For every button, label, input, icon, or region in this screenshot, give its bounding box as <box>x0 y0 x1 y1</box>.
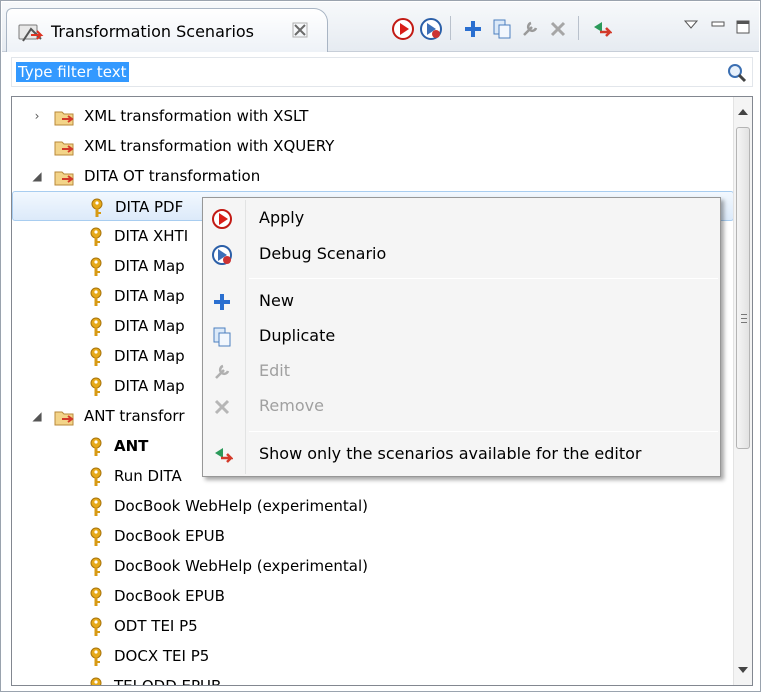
tree-row-label: DocBook WebHelp (experimental) <box>114 497 368 515</box>
maximize-icon[interactable] <box>730 14 756 40</box>
tree-scenario-row[interactable]: ODT TEI P5 <box>12 611 734 641</box>
menu-item-edit[interactable]: Edit <box>205 354 718 388</box>
remove-icon <box>211 396 233 422</box>
tree-row-label: ODT TEI P5 <box>114 617 198 635</box>
tree-scenario-row[interactable]: DocBook WebHelp (experimental) <box>12 551 734 581</box>
tree-row-label: DOCX TEI P5 <box>114 647 210 665</box>
tree-row-label: DITA Map <box>114 287 185 305</box>
tree-row-label: DITA PDF <box>115 198 184 216</box>
tree-folder-row[interactable]: XML transformation with XQUERY <box>12 131 734 161</box>
new-icon[interactable] <box>460 16 486 42</box>
tree-row-label: ANT <box>114 437 149 455</box>
toolbar-separator <box>578 16 579 40</box>
tree-scenario-row[interactable]: DOCX TEI P5 <box>12 641 734 671</box>
duplicate-icon <box>211 326 233 352</box>
tree-row-label: DocBook EPUB <box>114 587 225 605</box>
scroll-down-icon[interactable] <box>738 667 748 673</box>
menu-item-debug-scenario[interactable]: Debug Scenario <box>205 237 718 271</box>
menu-item-apply[interactable]: Apply <box>205 201 718 235</box>
scenario-key-icon <box>88 677 104 685</box>
view-menu-icon[interactable] <box>678 12 704 38</box>
debug-scenario-icon[interactable] <box>418 16 444 42</box>
tree-row-label: Run DITA <box>114 467 182 485</box>
collapse-arrow-icon[interactable]: ◢ <box>30 401 44 431</box>
apply-icon[interactable] <box>390 16 416 42</box>
close-view-icon[interactable] <box>290 20 310 44</box>
expand-arrow-icon[interactable]: › <box>30 101 44 131</box>
debug-scenario-icon <box>211 244 233 270</box>
scroll-up-icon[interactable] <box>738 109 748 115</box>
tree-row-label: DITA Map <box>114 347 185 365</box>
show-only-available-icon[interactable] <box>588 16 614 42</box>
filter-input[interactable]: Type filter text <box>16 62 129 82</box>
remove-icon[interactable] <box>545 16 571 42</box>
tree-scenario-row[interactable]: DocBook EPUB <box>12 521 734 551</box>
menu-separator <box>249 431 718 432</box>
tree-row-label: ANT transforr <box>84 407 185 425</box>
tree-folder-row[interactable]: ◢ DITA OT transformation <box>12 161 734 191</box>
show-only-available-icon <box>211 444 235 470</box>
tree-scenario-row[interactable]: TEI ODD EPUB <box>12 671 734 686</box>
tree-row-label: DocBook EPUB <box>114 527 225 545</box>
menu-item-duplicate[interactable]: Duplicate <box>205 319 718 353</box>
menu-separator <box>249 278 718 279</box>
tree-scenario-row[interactable]: DocBook WebHelp (experimental) <box>12 491 734 521</box>
view-tab[interactable]: Transformation Scenarios <box>6 8 328 52</box>
vertical-scrollbar[interactable] <box>733 97 752 685</box>
tree-row-label: DITA Map <box>114 377 185 395</box>
edit-icon <box>211 361 233 387</box>
tree-row-label: XML transformation with XQUERY <box>84 137 335 155</box>
view-title-bar: Transformation Scenarios <box>2 2 759 52</box>
search-icon[interactable] <box>726 62 748 88</box>
menu-item-show-only-available[interactable]: Show only the scenarios available for th… <box>205 437 718 471</box>
minimize-icon[interactable] <box>705 12 731 38</box>
tree-row-label: DITA OT transformation <box>84 167 261 185</box>
toolbar-separator <box>450 16 451 40</box>
tree-row-label: DITA XHTI <box>114 227 189 245</box>
tree-row-label: TEI ODD EPUB <box>114 677 222 686</box>
view-title: Transformation Scenarios <box>51 22 255 41</box>
tree-scenario-row[interactable]: DocBook EPUB <box>12 581 734 611</box>
duplicate-icon[interactable] <box>489 16 515 42</box>
new-icon <box>211 291 233 317</box>
tree-row-label: DITA Map <box>114 317 185 335</box>
menu-item-new[interactable]: New <box>205 284 718 318</box>
transformation-scenarios-view: Transformation Scenarios Type filter tex… <box>0 0 761 692</box>
scrollbar-thumb[interactable] <box>736 127 750 449</box>
tree-row-label: DocBook WebHelp (experimental) <box>114 557 368 575</box>
apply-icon <box>211 208 233 234</box>
transformation-scenarios-icon <box>17 21 45 49</box>
filter-field[interactable]: Type filter text <box>11 57 753 87</box>
edit-icon[interactable] <box>517 16 543 42</box>
tree-row-label: DITA Map <box>114 257 185 275</box>
menu-item-remove[interactable]: Remove <box>205 389 718 423</box>
context-menu: Apply Debug Scenario New Duplicate Edit … <box>202 197 721 477</box>
collapse-arrow-icon[interactable]: ◢ <box>30 161 44 191</box>
tree-row-label: XML transformation with XSLT <box>84 107 309 125</box>
tree-folder-row[interactable]: › XML transformation with XSLT <box>12 101 734 131</box>
